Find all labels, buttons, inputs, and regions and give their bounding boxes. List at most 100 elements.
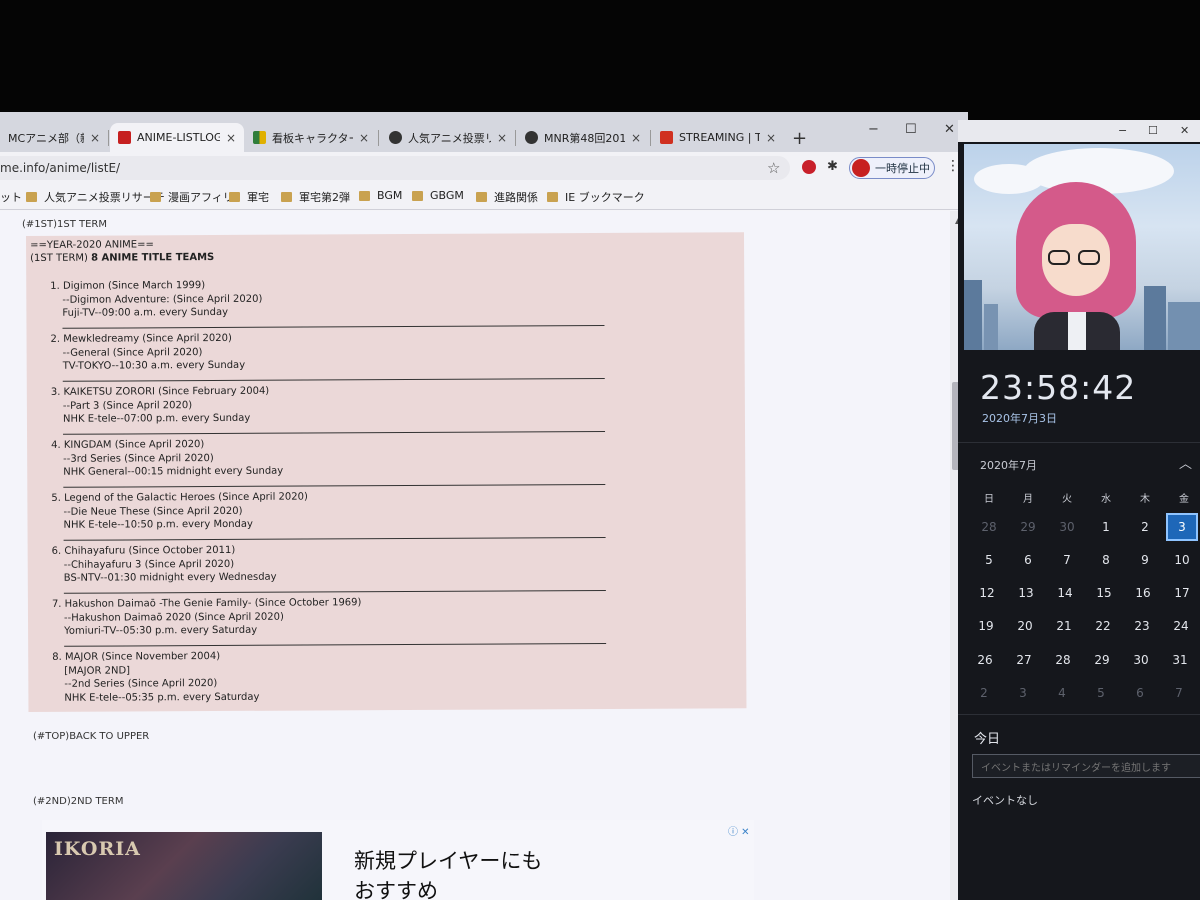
chevron-up-icon[interactable]: ︿ (1179, 453, 1192, 472)
calendar-day[interactable]: 9 (1129, 546, 1161, 574)
tab-streaming[interactable]: STREAMING | TV × (652, 123, 784, 152)
ad-info-icon[interactable]: ⓘ ✕ (728, 823, 750, 838)
maximize-icon[interactable]: ☐ (1148, 124, 1158, 137)
tab-popular-anime-vote[interactable]: 人気アニメ投票リサー × (381, 123, 515, 152)
glasses-icon (1078, 250, 1100, 265)
calendar-day[interactable]: 2 (1129, 513, 1161, 541)
calendar-day[interactable]: 8 (1090, 546, 1122, 574)
calendar-day[interactable]: 24 (1165, 612, 1197, 640)
calendar-day[interactable]: 30 (1051, 513, 1083, 541)
calendar-day[interactable]: 1 (1090, 513, 1122, 541)
bookmark-ie[interactable]: IE ブックマーク (547, 189, 645, 205)
calendar-day-today[interactable]: 3 (1166, 513, 1198, 541)
address-bar[interactable]: me.info/anime/listE/ ☆ (0, 156, 790, 180)
calendar-day[interactable]: 14 (1049, 579, 1081, 607)
calendar-day[interactable]: 7 (1163, 679, 1195, 707)
calendar-day[interactable]: 23 (1126, 612, 1158, 640)
puzzle-icon[interactable]: ✱ (827, 159, 838, 174)
tab-label: MCアニメ部（新アニ (8, 131, 84, 145)
weekday-label: 木 (1140, 494, 1150, 505)
term2-anchor-link[interactable]: (#2ND)2ND TERM (33, 796, 123, 807)
calendar-day[interactable]: 15 (1088, 579, 1120, 607)
folder-icon (281, 192, 292, 202)
list-item: 3. KAIKETSU ZORORI (Since February 2004)… (50, 385, 270, 425)
new-tab-button[interactable]: + (792, 128, 807, 149)
month-label[interactable]: 2020年7月 (980, 457, 1037, 473)
calendar-day[interactable]: 2 (968, 679, 1000, 707)
calendar-day[interactable]: 5 (1085, 679, 1117, 707)
bookmark-career[interactable]: 進路関係 (476, 189, 538, 205)
ad-headline[interactable]: 新規プレイヤーにも おすすめ (354, 846, 542, 900)
calendar-day[interactable]: 28 (1047, 646, 1079, 674)
calendar-day[interactable]: 27 (1008, 646, 1040, 674)
calendar-day[interactable]: 30 (1125, 646, 1157, 674)
calendar-day[interactable]: 29 (1012, 513, 1044, 541)
tab-separator (515, 130, 516, 146)
advertisement[interactable]: ⓘ ✕ IKORIA 新規プレイヤーにも おすすめ (42, 820, 754, 900)
calendar-day[interactable]: 31 (1164, 646, 1196, 674)
folder-icon (150, 192, 161, 202)
tab-anime-listlog[interactable]: ANIME-LISTLOG (V × (110, 123, 244, 152)
tab-close-icon[interactable]: × (766, 131, 776, 145)
calendar-day[interactable]: 19 (970, 612, 1002, 640)
minimize-icon[interactable]: − (1118, 124, 1127, 137)
divider (62, 377, 605, 382)
sync-paused-button[interactable]: 一時停止中 (849, 157, 935, 179)
tab-mc-anime[interactable]: MCアニメ部（新アニ × (0, 123, 108, 152)
back-to-upper-link[interactable]: (#TOP)BACK TO UPPER (33, 731, 149, 742)
folder-icon (26, 192, 37, 202)
kanban-favicon-icon (253, 131, 266, 144)
divider (63, 536, 606, 541)
bookmark-gunntaku[interactable]: 軍宅 (229, 189, 269, 205)
folder-icon (476, 192, 487, 202)
calendar-day[interactable]: 3 (1007, 679, 1039, 707)
maximize-icon[interactable]: ☐ (905, 122, 917, 137)
extension-red-icon[interactable] (802, 160, 816, 174)
clock-date-link[interactable]: 2020年7月3日 (982, 410, 1057, 426)
calendar-day[interactable]: 6 (1124, 679, 1156, 707)
calendar-day[interactable]: 16 (1127, 579, 1159, 607)
calendar-day[interactable]: 7 (1051, 546, 1083, 574)
tab-kanban-character[interactable]: 看板キャラクター隠し × (245, 123, 377, 152)
close-icon[interactable]: ✕ (944, 122, 955, 137)
calendar-day[interactable]: 26 (969, 646, 1001, 674)
event-input[interactable] (972, 754, 1200, 778)
calendar-day[interactable]: 5 (973, 546, 1005, 574)
tab-close-icon[interactable]: × (226, 131, 236, 145)
calendar-day[interactable]: 10 (1166, 546, 1198, 574)
tab-close-icon[interactable]: × (90, 131, 100, 145)
term-box: ==YEAR-2020 ANIME== (1ST TERM) 8 ANIME T… (26, 232, 747, 712)
bookmark-gunntaku-2[interactable]: 軍宅第2弾 (281, 189, 350, 205)
calendar-day[interactable]: 28 (973, 513, 1005, 541)
minimize-icon[interactable]: − (868, 122, 879, 137)
bookmark-gbgm[interactable]: GBGM (412, 189, 464, 202)
bookmark-manga[interactable]: 漫画アフィリ (150, 189, 234, 205)
calendar-day[interactable]: 12 (971, 579, 1003, 607)
tab-close-icon[interactable]: × (631, 131, 641, 145)
close-icon[interactable]: ✕ (1180, 124, 1189, 137)
address-text: me.info/anime/listE/ (0, 161, 121, 175)
term-heading: (1ST TERM) 8 ANIME TITLE TEAMS (30, 252, 215, 264)
weekday-label: 日 (984, 494, 994, 505)
tab-close-icon[interactable]: × (497, 131, 507, 145)
bookmark-item[interactable]: ット (0, 189, 22, 205)
star-icon[interactable]: ☆ (767, 159, 780, 177)
calendar-day[interactable]: 20 (1009, 612, 1041, 640)
calendar-flyout: − ☐ ✕ 23:58:42 2020年7月3日 2020年7月 ︿ 日 月 火… (958, 120, 1200, 900)
tab-mnr-48[interactable]: MNR第48回2019年 × (517, 123, 649, 152)
calendar-day[interactable]: 6 (1012, 546, 1044, 574)
calendar-day[interactable]: 29 (1086, 646, 1118, 674)
calendar-day[interactable]: 13 (1010, 579, 1042, 607)
list-item: 1. Digimon (Since March 1999) --Digimon … (50, 280, 263, 319)
year-heading: ==YEAR-2020 ANIME== (30, 239, 154, 251)
calendar-day[interactable]: 22 (1087, 612, 1119, 640)
calendar-day[interactable]: 21 (1048, 612, 1080, 640)
tab-close-icon[interactable]: × (359, 131, 369, 145)
browser-toolbar: me.info/anime/listE/ ☆ (0, 152, 968, 184)
calendar-day[interactable]: 4 (1046, 679, 1078, 707)
bookmark-popular-vote[interactable]: 人気アニメ投票リサーチ (26, 189, 165, 205)
bookmark-bgm[interactable]: BGM (359, 189, 402, 202)
ad-image[interactable]: IKORIA (46, 832, 322, 900)
calendar-day[interactable]: 17 (1166, 579, 1198, 607)
term1-anchor-link[interactable]: (#1ST)1ST TERM (22, 219, 107, 230)
